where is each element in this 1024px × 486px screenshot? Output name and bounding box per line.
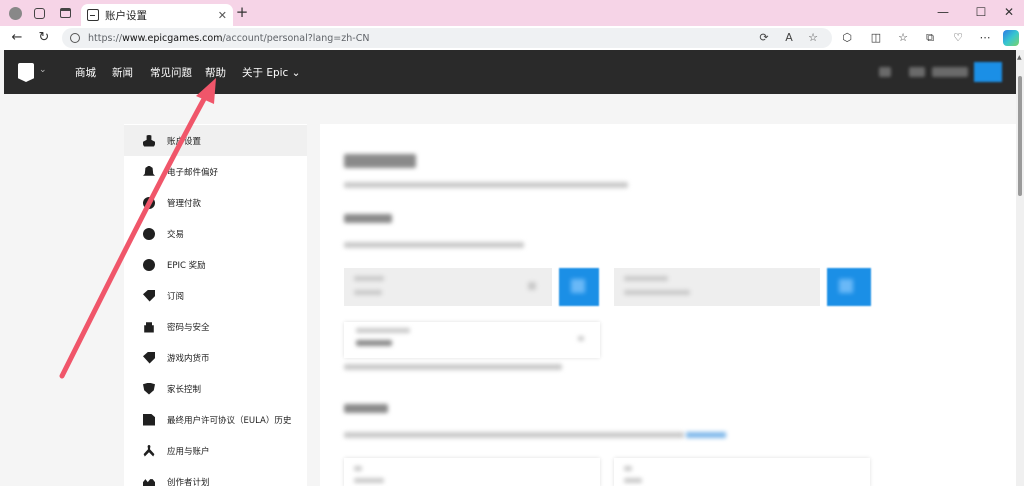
favorite-icon[interactable]: ☆ [806,31,820,45]
section-description [344,432,684,438]
nav-link-faq[interactable]: 常见问题 [150,65,192,80]
sidebar-item-subscriptions[interactable]: 订阅 [124,280,307,311]
sidebar-item-parental-controls[interactable]: 家长控制 [124,373,307,404]
section-heading [344,214,392,223]
sidebar-item-label: 管理付款 [167,198,202,209]
url-path: /account/personal?lang=zh-CN [222,32,370,44]
account-sidebar: 账户设置 电子邮件偏好 管理付款 交易 EPIC 奖励 订阅 密码与安全 游戏内… [124,124,307,486]
blurred-nav-icon[interactable] [909,67,925,77]
language-select[interactable] [344,322,600,358]
sidebar-item-in-game-currency[interactable]: 游戏内货币 [124,342,307,373]
tab-account-settings[interactable]: 账户设置 ✕ [81,4,233,26]
blurred-nav-icon[interactable] [879,67,891,77]
dollar-icon [143,196,155,209]
sidebar-item-label: 家长控制 [167,384,202,395]
page-description [344,182,628,188]
sidebar-item-label: 应用与账户 [167,446,210,457]
sidebar-item-payment-management[interactable]: 管理付款 [124,187,307,218]
document-icon [143,413,155,426]
url-scheme: https:// [88,32,123,44]
epic-favicon-icon [87,9,99,21]
more-icon[interactable]: ⋯ [978,31,992,45]
minimize-button[interactable]: — [935,5,951,21]
tag-icon [143,289,155,302]
back-icon[interactable]: ← [9,31,25,47]
url-host: www.epicgames.com [122,32,223,44]
tab-close-icon[interactable]: ✕ [218,9,227,22]
copilot-icon[interactable] [1003,30,1019,46]
sidebar-item-label: 账户设置 [167,136,202,147]
browser-toolbar: ← ↻ https:// www.epicgames.com /account/… [0,26,1024,50]
sidebar-item-email-preferences[interactable]: 电子邮件偏好 [124,156,307,187]
learn-more-link[interactable] [686,432,726,438]
epic-logo-icon[interactable] [18,63,34,82]
close-window-button[interactable]: ✕ [1001,5,1017,21]
account-settings-panel [320,124,1016,486]
sidebar-item-label: 最终用户许可协议（EULA）历史 [167,415,292,426]
page-scrollbar[interactable]: ▲ [1016,50,1024,486]
tab-title: 账户设置 [105,9,147,22]
sidebar-item-password-security[interactable]: 密码与安全 [124,311,307,342]
sidebar-item-label: 交易 [167,229,185,240]
email-field[interactable] [614,268,820,306]
coin-tag-icon [143,351,155,364]
split-screen-icon[interactable]: ◫ [869,31,883,45]
sidebar-item-label: EPIC 奖励 [167,260,206,271]
blurred-download-button[interactable] [974,62,1002,82]
profile-icon[interactable] [6,4,24,22]
language-hint [344,364,562,370]
new-tab-button[interactable]: + [234,5,250,21]
sidebar-item-label: 密码与安全 [167,322,210,333]
app-available-icon[interactable]: ⟳ [757,31,771,45]
display-name-field[interactable] [344,268,552,306]
sidebar-item-label: 订阅 [167,291,185,302]
plus-icon [143,258,155,271]
bell-icon [143,165,155,176]
sidebar-item-creator-program[interactable]: 创作者计划 [124,466,307,486]
favorites-icon[interactable]: ☆ [896,31,910,45]
nav-link-news[interactable]: 新闻 [112,65,133,80]
sidebar-item-apps-accounts[interactable]: 应用与账户 [124,435,307,466]
nav-link-help[interactable]: 帮助 [205,65,226,80]
section-heading [344,404,388,413]
refresh-icon[interactable]: ↻ [36,31,52,47]
browser-titlebar: 账户设置 ✕ + — ☐ ✕ [0,0,1024,26]
sidebar-item-transactions[interactable]: 交易 [124,218,307,249]
tab-actions-icon[interactable] [56,4,74,22]
address-bar[interactable]: https:// www.epicgames.com /account/pers… [62,28,832,48]
last-name-field[interactable] [614,458,870,486]
sidebar-item-label: 创作者计划 [167,477,210,486]
section-description [344,242,524,248]
first-name-field[interactable] [344,458,600,486]
people-icon [143,479,155,486]
page-title [344,154,416,168]
site-info-icon[interactable] [70,33,80,43]
clock-icon [143,227,155,240]
sidebar-item-epic-rewards[interactable]: EPIC 奖励 [124,249,307,280]
extensions-icon[interactable]: ⬡ [840,31,854,45]
read-aloud-icon[interactable]: A [782,31,796,45]
chevron-down-icon[interactable]: ⌄ [39,65,47,75]
nav-link-about-epic[interactable]: 关于 Epic ⌄ [242,65,300,80]
shield-icon [143,382,155,395]
epic-top-nav: ⌄ 商城 新闻 常见问题 帮助 关于 Epic ⌄ [4,50,1016,94]
share-icon [143,444,155,457]
sidebar-item-label: 游戏内货币 [167,353,210,364]
sidebar-item-label: 电子邮件偏好 [167,167,219,178]
sidebar-item-eula-history[interactable]: 最终用户许可协议（EULA）历史 [124,404,307,435]
workspaces-icon[interactable] [30,4,48,22]
maximize-button[interactable]: ☐ [973,5,989,21]
edit-email-button[interactable] [827,268,871,306]
blurred-username[interactable] [932,67,968,77]
collections-icon[interactable]: ⧉ [923,31,937,45]
nav-link-store[interactable]: 商城 [75,65,96,80]
sidebar-item-account-settings[interactable]: 账户设置 [124,125,307,156]
user-icon [143,134,155,147]
lock-icon [144,322,154,333]
edit-display-name-button[interactable] [559,268,599,306]
scrollbar-thumb[interactable] [1018,76,1022,196]
scroll-up-icon[interactable]: ▲ [1017,54,1022,61]
browser-essentials-icon[interactable]: ♡ [951,31,965,45]
